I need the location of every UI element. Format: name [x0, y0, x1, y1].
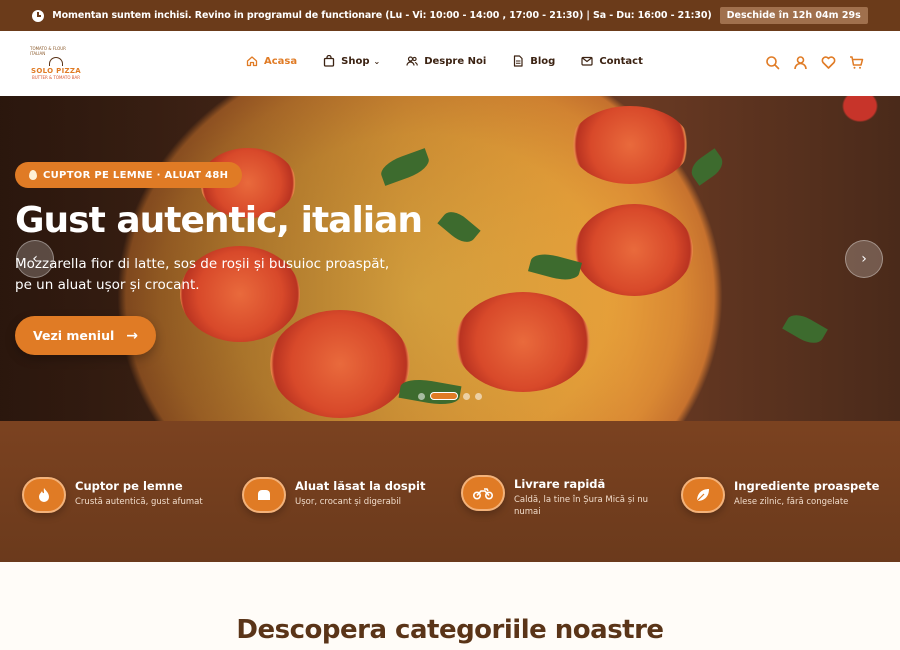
- feature-item: Livrare rapidă Caldă, la tine în Șura Mi…: [461, 475, 654, 518]
- feature-icon-badge: [681, 477, 725, 513]
- feature-item: Aluat lăsat la dospit Ușor, crocant și d…: [242, 477, 426, 513]
- feature-title: Livrare rapidă: [514, 477, 606, 491]
- slider-pagination: [418, 392, 482, 400]
- logo-name: SOLO PIZZA: [31, 67, 81, 75]
- flame-icon: [39, 488, 49, 502]
- users-icon: [406, 56, 418, 66]
- home-icon: [246, 56, 258, 67]
- nav-item-contact[interactable]: Contact: [581, 55, 643, 67]
- hero-tag: CUPTOR PE LEMNE · ALUAT 48H: [15, 162, 243, 188]
- basil-leaf: [686, 148, 728, 186]
- feature-icon-badge: [242, 477, 286, 513]
- bread-icon: [258, 490, 270, 500]
- basil-leaf: [782, 309, 828, 349]
- categories-title: Descopera categoriile noastre: [236, 615, 664, 645]
- clock-icon: [32, 9, 45, 22]
- logo-ring-text-bottom: BUTTER & TOMATO BAR: [31, 75, 81, 80]
- hero-title: Gust autentic, italian: [15, 200, 423, 241]
- flame-icon: [29, 170, 37, 180]
- feature-icon-badge: [22, 477, 66, 513]
- bag-icon: [323, 55, 335, 67]
- pizza-tomato-slice: [455, 292, 591, 392]
- nav-label: Shop: [341, 55, 370, 67]
- slider-dot[interactable]: [475, 392, 482, 400]
- nav-label: Despre Noi: [424, 55, 487, 67]
- nav-item-acasa[interactable]: Acasa: [246, 55, 297, 67]
- categories-section: Descopera categoriile noastre: [0, 562, 900, 650]
- slider-dot[interactable]: [463, 392, 470, 400]
- basil-leaf: [377, 148, 433, 186]
- motorbike-icon: [473, 488, 493, 500]
- pizza-tomato-slice: [570, 106, 690, 184]
- feature-subtitle: Ușor, crocant și digerabil: [295, 497, 401, 507]
- search-icon[interactable]: [765, 55, 780, 70]
- chevron-right-icon: ›: [861, 251, 867, 267]
- nav-item-shop[interactable]: Shop ⌄: [323, 55, 380, 67]
- heart-icon[interactable]: [821, 55, 836, 70]
- slider-dot-active[interactable]: [430, 392, 458, 400]
- opening-hours-bar: Momentan suntem inchisi. Revino in progr…: [0, 0, 900, 31]
- oven-icon: [49, 57, 63, 66]
- opening-countdown-badge: Deschide în 12h 04m 29s: [719, 7, 868, 24]
- nav-label: Blog: [530, 55, 556, 67]
- main-nav: Acasa Shop ⌄ Despre Noi Blog Contact: [246, 55, 669, 67]
- hero-slider: CUPTOR PE LEMNE · ALUAT 48H Gust autenti…: [0, 96, 900, 421]
- header-tools: [765, 55, 864, 70]
- feature-title: Cuptor pe lemne: [75, 479, 183, 493]
- view-menu-button[interactable]: Vezi meniul →: [15, 316, 156, 355]
- feature-subtitle: Alese zilnic, fără congelate: [734, 497, 849, 507]
- slider-dot[interactable]: [418, 392, 425, 400]
- basil-leaf: [528, 249, 582, 285]
- pizza-tomato-slice: [270, 310, 410, 418]
- feature-subtitle: Caldă, la tine în Șura Mică și nu numai: [514, 495, 648, 517]
- leaf-icon: [696, 489, 709, 502]
- nav-item-despre-noi[interactable]: Despre Noi: [406, 55, 486, 67]
- feature-icon-badge: [461, 475, 505, 511]
- user-icon[interactable]: [793, 55, 808, 70]
- logo-ring-text-top: TOMATO & FLOUR ITALIAN: [30, 46, 66, 56]
- features-band: Cuptor pe lemne Crustă autentică, gust a…: [0, 421, 900, 562]
- feature-title: Aluat lăsat la dospit: [295, 479, 426, 493]
- hero-description: Mozzarella fior di latte, sos de roșii ș…: [15, 256, 390, 293]
- hero-tag-label: CUPTOR PE LEMNE · ALUAT 48H: [43, 169, 229, 181]
- basil-leaf: [437, 206, 481, 248]
- cart-icon[interactable]: [849, 55, 864, 70]
- nav-item-blog[interactable]: Blog: [512, 55, 555, 67]
- arrow-right-icon: →: [126, 327, 138, 344]
- nav-label: Contact: [599, 55, 643, 67]
- document-icon: [514, 55, 523, 67]
- feature-subtitle: Crustă autentică, gust afumat: [75, 497, 203, 507]
- mail-icon: [581, 56, 593, 66]
- slider-prev-button[interactable]: ‹: [16, 240, 54, 278]
- opening-hours-message: Momentan suntem inchisi. Revino in progr…: [52, 10, 712, 21]
- chevron-down-icon: ⌄: [373, 56, 381, 66]
- feature-item: Ingrediente proaspete Alese zilnic, fără…: [681, 477, 880, 513]
- feature-title: Ingrediente proaspete: [734, 479, 880, 493]
- chevron-left-icon: ‹: [32, 251, 38, 267]
- nav-label: Acasa: [264, 55, 298, 67]
- site-header: TOMATO & FLOUR ITALIAN SOLO PIZZA BUTTER…: [0, 31, 900, 96]
- feature-item: Cuptor pe lemne Crustă autentică, gust a…: [22, 477, 203, 513]
- view-menu-label: Vezi meniul: [33, 328, 115, 343]
- slider-next-button[interactable]: ›: [845, 240, 883, 278]
- pizza-tomato-slice: [575, 204, 693, 296]
- site-logo[interactable]: TOMATO & FLOUR ITALIAN SOLO PIZZA BUTTER…: [30, 39, 82, 87]
